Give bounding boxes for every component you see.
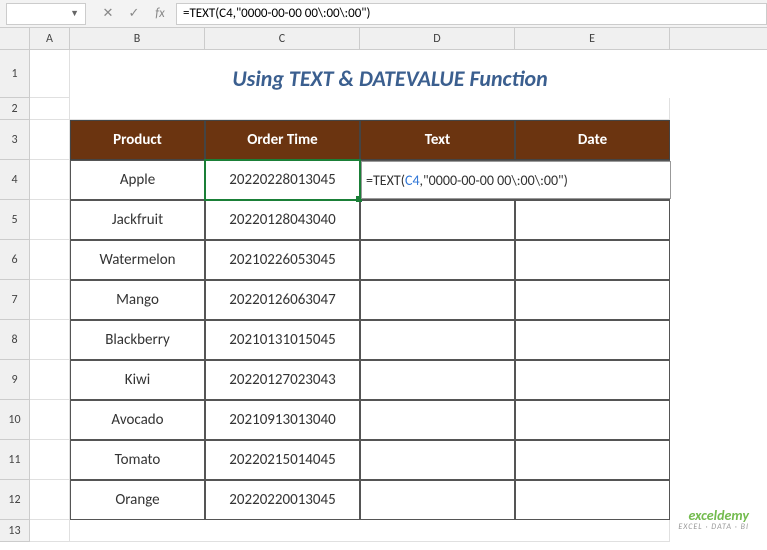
cell-product-5[interactable]: Jackfruit <box>70 200 205 240</box>
cell-text-4[interactable]: =TEXT(C4,"0000-00-00 00\:00\:00") <box>360 160 515 200</box>
cell-A9[interactable] <box>30 360 70 400</box>
header-order-time[interactable]: Order Time <box>205 120 360 160</box>
cell-date-12[interactable] <box>515 480 670 520</box>
watermark: exceldemy EXCEL · DATA · BI <box>678 508 749 532</box>
cell-order-time-5[interactable]: 20220128043040 <box>205 200 360 240</box>
cell-text-6[interactable] <box>360 240 515 280</box>
page-title: Using TEXT & DATEVALUE Function <box>70 50 710 98</box>
cell-product-11[interactable]: Tomato <box>70 440 205 480</box>
col-header-D[interactable]: D <box>360 28 515 49</box>
cell-text-10[interactable] <box>360 400 515 440</box>
row-header-3[interactable]: 3 <box>0 120 30 160</box>
cell-A7[interactable] <box>30 280 70 320</box>
fx-icon[interactable]: fx <box>152 6 168 21</box>
row-header-8[interactable]: 8 <box>0 320 30 360</box>
col-header-A[interactable]: A <box>30 28 70 49</box>
formula-bar-icons: ✕ ✓ fx <box>92 6 176 21</box>
row-header-10[interactable]: 10 <box>0 400 30 440</box>
cell-A1[interactable] <box>30 50 70 98</box>
cell-product-4[interactable]: Apple <box>70 160 205 200</box>
row-header-7[interactable]: 7 <box>0 280 30 320</box>
cell-A11[interactable] <box>30 440 70 480</box>
cell-date-11[interactable] <box>515 440 670 480</box>
cell-A3[interactable] <box>30 120 70 160</box>
cell-order-time-11[interactable]: 20220215014045 <box>205 440 360 480</box>
formula-input[interactable]: =TEXT(C4,"0000-00-00 00\:00\:00") <box>176 3 767 25</box>
cell-text-5[interactable] <box>360 200 515 240</box>
cell-A5[interactable] <box>30 200 70 240</box>
cell-date-5[interactable] <box>515 200 670 240</box>
cell-text-8[interactable] <box>360 320 515 360</box>
row-header-6[interactable]: 6 <box>0 240 30 280</box>
cell-A6[interactable] <box>30 240 70 280</box>
formula-func: TEXT <box>373 172 401 189</box>
cell-text-12[interactable] <box>360 480 515 520</box>
cell-date-6[interactable] <box>515 240 670 280</box>
formula-prefix: = <box>366 172 373 189</box>
formula-bar: ▼ ✕ ✓ fx =TEXT(C4,"0000-00-00 00\:00\:00… <box>0 0 767 28</box>
row-header-12[interactable]: 12 <box>0 480 30 520</box>
cell-order-time-4[interactable]: 20220228013045 <box>205 160 360 200</box>
col-header-C[interactable]: C <box>205 28 360 49</box>
select-all-corner[interactable] <box>0 28 30 49</box>
row-header-13[interactable]: 13 <box>0 520 30 542</box>
watermark-tag: EXCEL · DATA · BI <box>678 523 749 532</box>
cell-A13[interactable] <box>30 520 70 542</box>
cell-order-time-10[interactable]: 20210913013040 <box>205 400 360 440</box>
accept-icon[interactable]: ✓ <box>126 6 142 21</box>
cell-order-time-7[interactable]: 20220126063047 <box>205 280 360 320</box>
cell-blank-13[interactable] <box>70 520 670 542</box>
cell-product-9[interactable]: Kiwi <box>70 360 205 400</box>
cell-date-8[interactable] <box>515 320 670 360</box>
cell-A2[interactable] <box>30 98 70 120</box>
cell-A12[interactable] <box>30 480 70 520</box>
cell-edit-overlay[interactable]: =TEXT(C4,"0000-00-00 00\:00\:00") <box>361 161 671 199</box>
row-header-1[interactable]: 1 <box>0 50 30 98</box>
formula-text: =TEXT(C4,"0000-00-00 00\:00\:00") <box>183 6 370 21</box>
cancel-icon[interactable]: ✕ <box>100 6 116 21</box>
col-header-B[interactable]: B <box>70 28 205 49</box>
header-date[interactable]: Date <box>515 120 670 160</box>
cell-text-7[interactable] <box>360 280 515 320</box>
row-header-2[interactable]: 2 <box>0 98 30 120</box>
formula-rest: ,"0000-00-00 00\:00\:00") <box>420 172 568 189</box>
name-box[interactable]: ▼ <box>6 3 86 25</box>
cell-order-time-12[interactable]: 20220220013045 <box>205 480 360 520</box>
cell-text-9[interactable] <box>360 360 515 400</box>
cell-product-6[interactable]: Watermelon <box>70 240 205 280</box>
header-text[interactable]: Text <box>360 120 515 160</box>
cell-date-9[interactable] <box>515 360 670 400</box>
cell-product-8[interactable]: Blackberry <box>70 320 205 360</box>
row-header-5[interactable]: 5 <box>0 200 30 240</box>
cell-order-time-9[interactable]: 20220127023043 <box>205 360 360 400</box>
cell-date-10[interactable] <box>515 400 670 440</box>
cell-product-7[interactable]: Mango <box>70 280 205 320</box>
header-product[interactable]: Product <box>70 120 205 160</box>
row-header-4[interactable]: 4 <box>0 160 30 200</box>
cell-product-12[interactable]: Orange <box>70 480 205 520</box>
row-header-9[interactable]: 9 <box>0 360 30 400</box>
col-header-E[interactable]: E <box>515 28 670 49</box>
cell-order-time-6[interactable]: 20210226053045 <box>205 240 360 280</box>
column-headers: A B C D E <box>0 28 767 50</box>
cell-text-11[interactable] <box>360 440 515 480</box>
cell-order-time-8[interactable]: 20210131015045 <box>205 320 360 360</box>
cell-A8[interactable] <box>30 320 70 360</box>
row-header-11[interactable]: 11 <box>0 440 30 480</box>
cell-date-7[interactable] <box>515 280 670 320</box>
cell-A4[interactable] <box>30 160 70 200</box>
cell-product-10[interactable]: Avocado <box>70 400 205 440</box>
cell-blank-2[interactable] <box>70 98 670 120</box>
formula-ref: C4 <box>405 172 420 189</box>
cell-A10[interactable] <box>30 400 70 440</box>
chevron-down-icon[interactable]: ▼ <box>70 8 79 19</box>
